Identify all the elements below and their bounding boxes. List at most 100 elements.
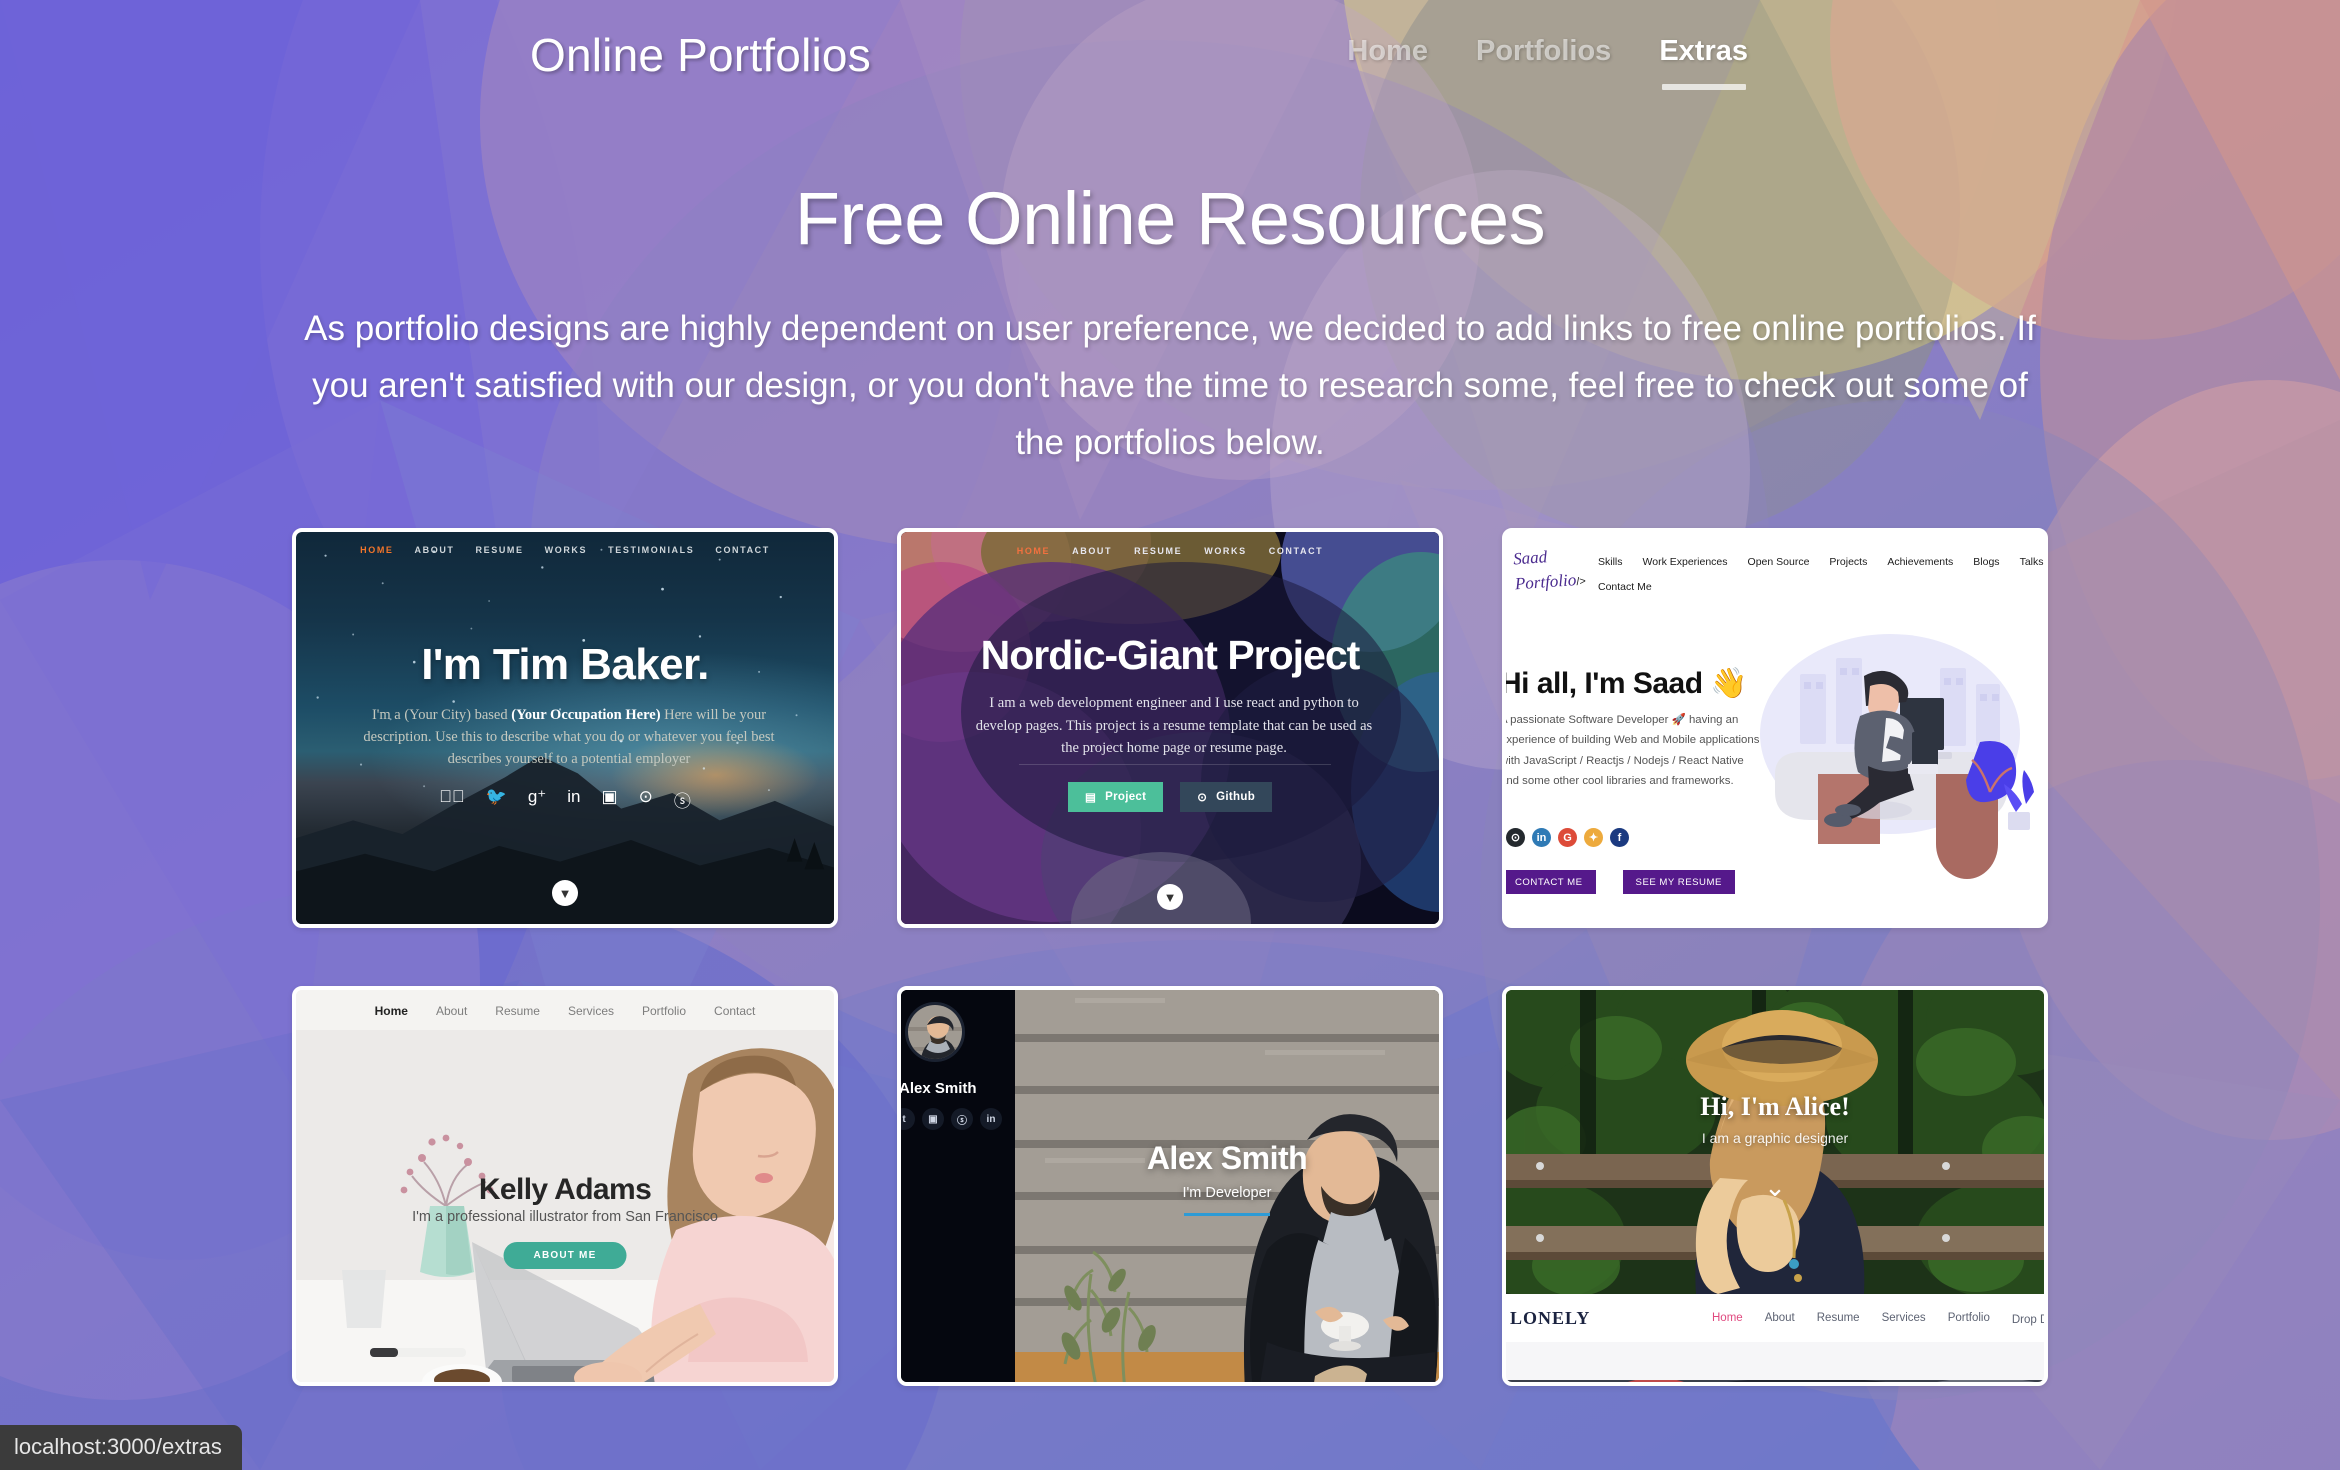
thumb-nav-alice: Home About Resume Services Portfolio Dro…	[1712, 1312, 2044, 1326]
thumb-nav-item: About	[435, 1004, 468, 1018]
thumb-nav-nordic: HOME ABOUT RESUME WORKS CONTACT	[901, 546, 1439, 556]
card-title: Alex Smith	[1146, 1140, 1308, 1176]
hero-section: Free Online Resources As portfolio desig…	[0, 178, 2340, 471]
thumb-nav-item: Open Source	[1747, 556, 1810, 568]
sidebar-social: t ▣ ⓢ in	[901, 1108, 1002, 1130]
github-button-label: Github	[1216, 791, 1256, 803]
thumb-nav-item: Contact	[714, 1004, 756, 1018]
thumb-nav-saad: Skills Work Experiences Open Source Proj…	[1598, 556, 2044, 593]
thumb-nav-item: About	[1764, 1312, 1795, 1324]
thumb-nav-item: Services	[1881, 1312, 1926, 1324]
thumb-nav-item: Projects	[1829, 556, 1868, 568]
card-social-links: ⊙ in G ✦ f	[1506, 828, 1629, 847]
page-description: As portfolio designs are highly dependen…	[304, 309, 2036, 462]
thumb-nav-item: Resume	[495, 1004, 540, 1018]
site-header: Online Portfolios Home Portfolios Extras	[0, 0, 2340, 100]
thumb-nav-item: Home	[374, 1004, 408, 1018]
card-title: Kelly Adams	[478, 1173, 652, 1206]
card-subtitle: I'm Developer	[1182, 1185, 1272, 1201]
main-nav: Home Portfolios Extras	[1323, 35, 1772, 90]
portfolio-card-tim-baker[interactable]: HOME ABOUT RESUME WORKS TESTIMONIALS CON…	[292, 528, 838, 928]
nav-item-home-label: Home	[1347, 35, 1428, 67]
portfolio-card-alice[interactable]: Hi, I'm Alice! I am a graphic designer ⌄…	[1502, 986, 2048, 1386]
about-me-button: ABOUT ME	[503, 1242, 627, 1269]
skype-icon: ⓢ	[951, 1108, 973, 1130]
card-subtitle: I'm a (Your City) based (Your Occupation…	[348, 704, 790, 770]
card-subtitle: I am a graphic designer	[1701, 1130, 1849, 1146]
thumb-nav-item: Services	[567, 1004, 614, 1018]
portfolio-card-alex-smith[interactable]: Alex Smith t ▣ ⓢ in Alex Smith I'm Devel…	[897, 986, 1443, 1386]
thumb-nav-item: Skills	[1598, 556, 1623, 568]
thumb-nav-kelly: Home About Resume Services Portfolio Con…	[296, 1004, 834, 1018]
card-title-text: Hi all, I'm Saad	[1506, 667, 1703, 700]
portfolio-card-kelly-adams[interactable]: Home About Resume Services Portfolio Con…	[292, 986, 838, 1386]
thumb-nav-tim-baker: HOME ABOUT RESUME WORKS TESTIMONIALS CON…	[296, 545, 834, 555]
thumb-nav-item: Achievements	[1887, 556, 1954, 568]
github-icon: ⊙	[1197, 792, 1208, 804]
thumb-nav-item: Blogs	[1973, 556, 2000, 568]
github-icon: ⊙	[1506, 828, 1525, 847]
instagram-icon: ▣	[922, 1108, 944, 1130]
thumb-nav-item: Portfolio	[1947, 1312, 1990, 1324]
site-brand: Online Portfolios	[530, 29, 871, 81]
alex-sidebar: Alex Smith t ▣ ⓢ in	[901, 990, 1015, 1382]
sub-bold: (Your Occupation Here)	[511, 707, 661, 723]
nav-active-underline	[1661, 84, 1746, 90]
facebook-icon: f	[1610, 828, 1629, 847]
thumb-nav-item: CONTACT	[715, 545, 770, 555]
nav-item-home[interactable]: Home	[1323, 35, 1452, 68]
chevron-down-icon: ▼	[1157, 884, 1183, 910]
browser-status-bar: localhost:3000/extras	[0, 1425, 242, 1470]
saad-signature-logo: Saad Portfolio/>	[1512, 547, 1587, 594]
alice-bottom-photo	[1506, 1380, 2044, 1382]
dropdown-label: Drop Down	[2011, 1314, 2044, 1326]
thumb-nav-item: RESUME	[475, 545, 524, 555]
page-title: Free Online Resources	[794, 177, 1546, 260]
saad-logo-text: Saad	[1512, 547, 1548, 569]
thumb-nav-item: RESUME	[1134, 546, 1183, 556]
accent-underline	[1184, 1213, 1270, 1216]
card-title: I'm Tim Baker.	[421, 640, 709, 689]
linkedin-icon: in	[557, 787, 580, 806]
contact-me-button: CONTACT ME	[1506, 870, 1596, 894]
sub-lead: I'm a (Your City) based	[371, 707, 512, 723]
chevron-down-icon: ▼	[552, 880, 578, 906]
hackerrank-icon: ✦	[1584, 828, 1603, 847]
sidebar-name: Alex Smith	[901, 1080, 977, 1097]
card-buttons: CONTACT ME SEE MY RESUME	[1506, 870, 1735, 894]
card-subtitle: I'm a professional illustrator from San …	[412, 1209, 718, 1225]
nav-item-extras-label: Extras	[1659, 35, 1748, 67]
thumb-nav-item: WORKS	[1204, 546, 1247, 556]
skype-icon: ⓢ	[664, 792, 691, 811]
twitter-icon: 🐦	[475, 787, 507, 806]
alice-logo: LONELY	[1510, 1308, 1591, 1328]
google-plus-icon: g⁺	[518, 787, 546, 806]
linkedin-icon: in	[980, 1108, 1002, 1130]
card-paragraph: A passionate Software Developer 🚀 having…	[1506, 714, 1760, 787]
thumb-nav-item: Resume	[1816, 1312, 1860, 1324]
instagram-icon: ▣	[591, 787, 618, 806]
facebook-icon: ​𝐟	[439, 787, 465, 806]
divider	[1019, 764, 1331, 765]
avatar	[905, 1002, 965, 1062]
thumb-nav-item: Work Experiences	[1642, 556, 1728, 568]
github-icon: ⊙	[628, 787, 653, 806]
saad-logo-suffix: />	[1575, 575, 1587, 589]
thumb-nav-item: ABOUT	[1072, 546, 1113, 556]
project-button: ▤ Project	[1067, 782, 1164, 812]
nav-item-extras[interactable]: Extras	[1635, 35, 1772, 90]
book-icon: ▤	[1084, 792, 1097, 804]
twitter-icon: t	[901, 1108, 915, 1130]
github-button: ⊙ Github	[1180, 782, 1273, 812]
thumb-nav-item: HOME	[1016, 546, 1051, 556]
thumb-nav-item: Home	[1712, 1312, 1743, 1324]
thumb-nav-item: WORKS	[544, 545, 588, 555]
linkedin-icon: in	[1532, 828, 1551, 847]
card-title: Hi, I'm Alice!	[1700, 1092, 1850, 1121]
see-my-resume-button: SEE MY RESUME	[1622, 870, 1735, 894]
portfolio-card-nordic-giant[interactable]: HOME ABOUT RESUME WORKS CONTACT Nordic-G…	[897, 528, 1443, 928]
portfolio-card-saad[interactable]: Saad Portfolio/> Skills Work Experiences…	[1502, 528, 2048, 928]
chevron-down-icon: ⌄	[1764, 1172, 1786, 1202]
card-title: Hi all, I'm Saad 👋	[1506, 666, 1748, 701]
nav-item-portfolios[interactable]: Portfolios	[1452, 35, 1635, 68]
